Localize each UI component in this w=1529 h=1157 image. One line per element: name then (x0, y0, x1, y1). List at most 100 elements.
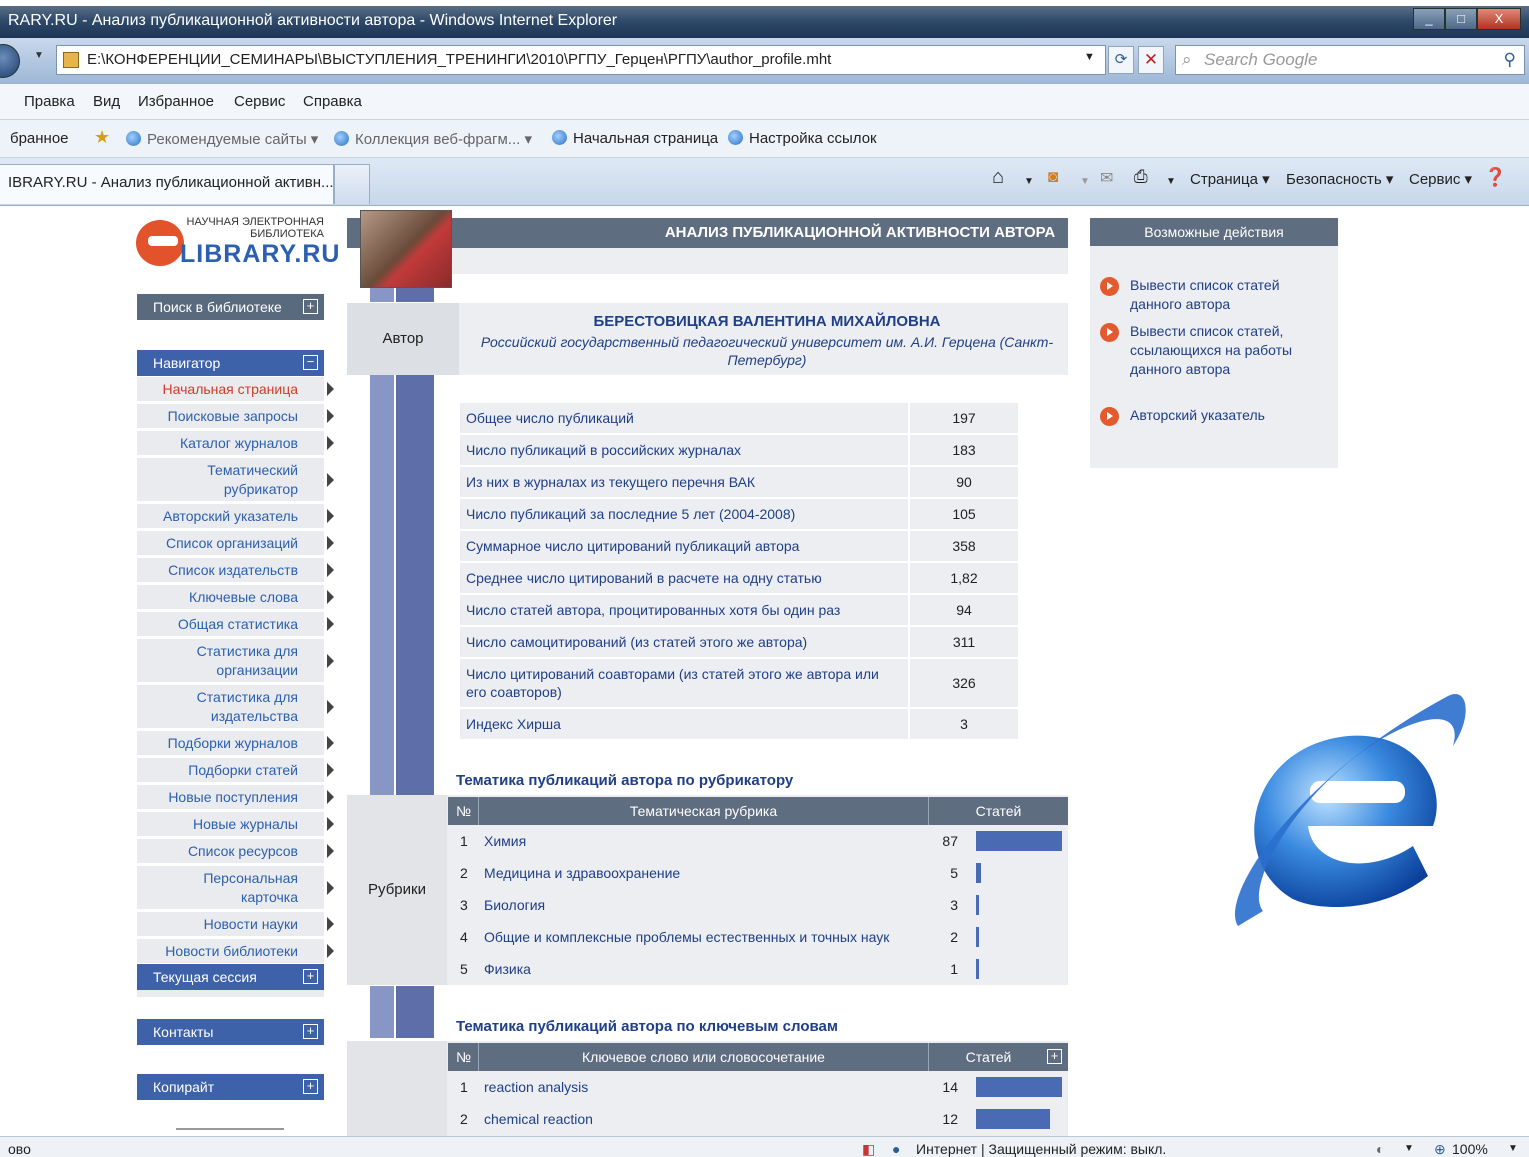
feeds-dropdown-icon[interactable]: ▼ (1080, 176, 1090, 187)
action-author-articles[interactable]: Вывести список статей данного автора (1100, 276, 1332, 314)
author-block: Автор БЕРЕСТОВИЦКАЯ ВАЛЕНТИНА МИХАЙЛОВНА… (347, 303, 1068, 375)
author-organization[interactable]: Российский государственный педагогически… (477, 333, 1057, 369)
stop-button[interactable]: ✕ (1138, 46, 1164, 74)
keyword-link[interactable]: chemical reaction (484, 1103, 593, 1135)
internet-explorer-logo-icon (1234, 694, 1466, 926)
add-favorite-star-icon[interactable]: ★ (94, 127, 110, 148)
menu-tools[interactable]: Сервис (234, 93, 285, 110)
rubrics-side-label: Рубрики (347, 795, 447, 985)
url-input[interactable]: E:\КОНФЕРЕНЦИИ_СЕМИНАРЫ\ВЫСТУПЛЕНИЯ_ТРЕН… (56, 45, 1106, 75)
nav-item-search-queries[interactable]: Поисковые запросы (137, 404, 334, 431)
mail-icon[interactable]: ✉ (1100, 168, 1113, 188)
logo-brand[interactable]: LIBRARY.RU (180, 240, 340, 269)
menu-favorites[interactable]: Избранное (138, 93, 214, 110)
zoom-level[interactable]: 100% (1452, 1141, 1488, 1157)
maximize-button[interactable]: □ (1445, 8, 1477, 30)
tools-menu-button[interactable]: Сервис ▾ (1409, 170, 1472, 188)
row-number: 5 (460, 961, 468, 977)
nav-item-rubricator[interactable]: Тематический рубрикатор (137, 458, 334, 504)
nav-item-new-journals[interactable]: Новые журналы (137, 812, 334, 839)
nav-item-home[interactable]: Начальная страница (137, 377, 334, 404)
collapse-icon[interactable]: − (303, 355, 318, 370)
rubric-link[interactable]: Физика (484, 953, 531, 985)
favorites-label[interactable]: бранное (10, 130, 69, 147)
fav-suggested-sites[interactable]: Рекомендуемые сайты ▾ (126, 130, 318, 148)
action-author-index[interactable]: Авторский указатель (1100, 406, 1332, 426)
fav-web-slices[interactable]: Коллекция веб-фрагм... ▾ (334, 130, 532, 148)
nav-item-publisher-stats[interactable]: Статистика для издательства (137, 685, 334, 731)
rubric-link[interactable]: Медицина и здравоохранение (484, 857, 680, 889)
back-button[interactable] (0, 44, 20, 78)
nav-session-header[interactable]: Текущая сессия + (137, 964, 324, 990)
count-bar (976, 927, 979, 947)
home-dropdown-icon[interactable]: ▼ (1024, 176, 1034, 187)
home-icon[interactable]: ⌂ (992, 166, 1004, 189)
nav-item-keywords[interactable]: Ключевые слова (137, 585, 334, 612)
arrow-right-icon (327, 736, 334, 750)
security-menu-button[interactable]: Безопасность ▾ (1286, 170, 1393, 188)
security-zone-text[interactable]: Интернет | Защищенный режим: выкл. (916, 1141, 1166, 1157)
rubric-link[interactable]: Общие и комплексные проблемы естественны… (484, 921, 889, 953)
fav-customize-links[interactable]: Настройка ссылок (728, 130, 877, 147)
print-icon[interactable]: ⎙ (1134, 167, 1148, 187)
stats-label: Число самоцитирований (из статей этого ж… (460, 627, 908, 657)
arrow-right-icon (327, 699, 334, 714)
rubric-link[interactable]: Биология (484, 889, 545, 921)
print-dropdown-icon[interactable]: ▼ (1166, 176, 1176, 187)
minimize-button[interactable]: _ (1413, 8, 1445, 30)
fav-home-page[interactable]: Начальная страница (552, 130, 718, 147)
expand-icon[interactable]: + (1047, 1049, 1062, 1064)
status-dropdown-icon[interactable]: ▼ (1404, 1143, 1414, 1154)
nav-item-resources[interactable]: Список ресурсов (137, 839, 334, 866)
menu-help[interactable]: Справка (303, 93, 362, 110)
header-photo (360, 210, 452, 288)
action-citing-articles[interactable]: Вывести список статей, ссылающихся на ра… (1100, 322, 1332, 379)
nav-item-journal-collections[interactable]: Подборки журналов (137, 731, 334, 758)
nav-item-journal-catalog[interactable]: Каталог журналов (137, 431, 334, 458)
help-icon[interactable]: ❓ (1484, 167, 1506, 188)
window-titlebar: RARY.RU - Анализ публикационной активнос… (0, 6, 1529, 38)
nav-item-publishers[interactable]: Список издательств (137, 558, 334, 585)
expand-icon[interactable]: + (303, 1024, 318, 1039)
nav-navigator-header[interactable]: Навигатор − (137, 350, 324, 376)
history-dropdown-icon[interactable]: ▼ (34, 50, 44, 61)
refresh-button[interactable]: ⟳ (1108, 46, 1134, 74)
search-icon[interactable]: ⚲ (1504, 46, 1516, 74)
page-menu-button[interactable]: Страница ▾ (1190, 170, 1270, 188)
popup-blocker-icon[interactable]: ◧ (862, 1141, 875, 1157)
nav-item-organizations[interactable]: Список организаций (137, 531, 334, 558)
expand-icon[interactable]: + (303, 299, 318, 314)
expand-icon[interactable]: + (303, 969, 318, 984)
nav-item-science-news[interactable]: Новости науки (137, 912, 334, 939)
menu-view[interactable]: Вид (93, 93, 120, 110)
nav-item-org-stats[interactable]: Статистика для организации (137, 639, 334, 685)
zoom-dropdown-icon[interactable]: ▼ (1508, 1143, 1518, 1154)
rubrics-table: № Тематическая рубрика Статей 1 Химия 87 2 М… (448, 797, 1068, 985)
feeds-icon[interactable]: ◙ (1048, 167, 1058, 187)
url-dropdown-icon[interactable]: ▼ (1084, 51, 1095, 63)
rubric-link[interactable]: Химия (484, 825, 526, 857)
stats-label: Суммарное число цитирований публикаций а… (460, 531, 908, 561)
internet-zone-icon: ● (892, 1141, 901, 1157)
new-tab-button[interactable] (334, 164, 370, 204)
arrow-right-icon (327, 790, 334, 804)
nav-item-author-index[interactable]: Авторский указатель (137, 504, 334, 531)
nav-item-general-stats[interactable]: Общая статистика (137, 612, 334, 639)
nav-search-header[interactable]: Поиск в библиотеке + (137, 294, 324, 320)
nav-item-new-arrivals[interactable]: Новые поступления (137, 785, 334, 812)
close-button[interactable]: X (1477, 8, 1521, 30)
expand-icon[interactable]: + (303, 1079, 318, 1094)
tab-current[interactable]: IBRARY.RU - Анализ публикационной активн… (0, 164, 334, 204)
protected-mode-icon[interactable]: ◐ (1376, 1141, 1384, 1157)
nav-item-article-collections[interactable]: Подборки статей (137, 758, 334, 785)
nav-copyright-header[interactable]: Копирайт + (137, 1074, 324, 1100)
page-title: АНАЛИЗ ПУБЛИКАЦИОННОЙ АКТИВНОСТИ АВТОРА (452, 218, 1068, 248)
nav-item-library-news[interactable]: Новости библиотеки (137, 939, 334, 966)
nav-item-personal-card[interactable]: Персональная карточка (137, 866, 334, 912)
elibrary-logo-e-icon[interactable] (136, 220, 184, 266)
nav-contacts-header[interactable]: Контакты + (137, 1019, 324, 1045)
keyword-link[interactable]: reaction analysis (484, 1071, 588, 1103)
search-input[interactable]: ⌕ Search Google ⚲ (1175, 45, 1525, 75)
decor-bar (370, 986, 394, 1038)
menu-edit[interactable]: Правка (24, 93, 75, 110)
